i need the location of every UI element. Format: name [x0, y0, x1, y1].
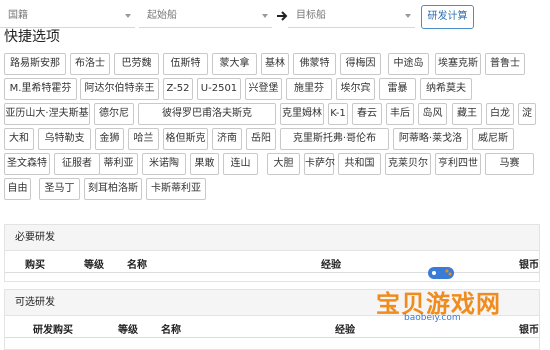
nation-select[interactable]: 国籍 — [0, 4, 135, 28]
quick-option-chip[interactable]: 连山 — [223, 153, 258, 175]
quick-options-title: 快捷选项 — [4, 29, 60, 45]
quick-option-chip[interactable]: 基林 — [261, 53, 289, 75]
arrow-right-icon — [277, 11, 288, 21]
quick-option-chip[interactable]: 果敢 — [190, 153, 219, 175]
selection-bar: 国籍 起始船 目标船 研发计算 — [0, 4, 550, 29]
panel-title: 必要研发 — [5, 225, 539, 251]
quick-option-chip[interactable]: 藏王 — [452, 103, 482, 125]
column-header-xp: 经验 — [321, 260, 341, 271]
quick-option-chip[interactable]: 岛风 — [418, 103, 447, 125]
quick-option-chip[interactable]: 自由 — [4, 178, 31, 200]
watermark-url: baobeiy.com — [404, 313, 461, 323]
quick-option-chip[interactable]: 济南 — [212, 128, 242, 150]
quick-option-chip[interactable]: 彼得罗巴甫洛夫斯克 — [138, 103, 276, 125]
quick-option-chip[interactable]: 威尼斯 — [472, 128, 514, 150]
quick-option-chip[interactable]: U-2501 — [197, 78, 241, 100]
quick-option-chip[interactable]: 征服者 — [54, 153, 100, 175]
quick-option-chip[interactable]: 金狮 — [95, 128, 124, 150]
column-header-tier: 等级 — [118, 325, 138, 336]
quick-option-chip[interactable]: 卡萨尔 — [304, 153, 335, 175]
quick-option-chip[interactable]: 雷暴 — [379, 78, 416, 100]
chevron-down-icon — [125, 14, 131, 18]
column-header-name: 名称 — [127, 260, 147, 271]
quick-option-chip[interactable]: K-1 — [328, 103, 348, 125]
quick-option-chip[interactable]: 埃塞克斯 — [435, 53, 481, 75]
quick-option-chip[interactable]: 大和 — [4, 128, 34, 150]
column-header-buy: 购买 — [25, 260, 45, 271]
quick-option-chip[interactable]: 得梅因 — [340, 53, 381, 75]
chevron-down-icon — [262, 14, 268, 18]
quick-option-chip[interactable]: 亚历山大·涅夫斯基 — [4, 103, 90, 125]
quick-option-chip[interactable]: 丰后 — [386, 103, 414, 125]
quick-option-chip[interactable]: 圣马丁 — [39, 178, 80, 200]
target-ship-select-value: 目标船 — [296, 10, 326, 21]
quick-option-chip[interactable]: 兴登堡 — [245, 78, 282, 100]
gamepad-icon — [428, 267, 454, 279]
quick-option-chip[interactable]: 米诺陶 — [142, 153, 186, 175]
quick-option-chip[interactable]: 圣文森特 — [4, 153, 50, 175]
chevron-down-icon — [405, 14, 411, 18]
column-header-tier: 等级 — [84, 260, 104, 271]
quick-option-chip[interactable]: 路易斯安那 — [4, 53, 66, 75]
quick-option-chip[interactable]: 哈兰 — [128, 128, 159, 150]
column-header-xp: 经验 — [335, 325, 355, 336]
quick-option-chip[interactable]: 乌特勒支 — [38, 128, 91, 150]
quick-option-chip[interactable]: 巴劳魏 — [114, 53, 159, 75]
quick-option-chip[interactable]: 春云 — [352, 103, 382, 125]
quick-option-chip[interactable]: 布洛士 — [70, 53, 110, 75]
quick-option-chip[interactable]: 阿蒂略·莱戈洛 — [393, 128, 468, 150]
quick-option-chip[interactable]: 埃尔宾 — [336, 78, 375, 100]
column-header-name: 名称 — [161, 325, 181, 336]
quick-option-chip[interactable]: 中途岛 — [388, 53, 429, 75]
quick-option-chip[interactable]: 普鲁士 — [485, 53, 525, 75]
quick-option-chip[interactable]: 施里芬 — [286, 78, 332, 100]
quick-option-chip[interactable]: 岳阳 — [246, 128, 276, 150]
quick-option-chip[interactable]: 佛蒙特 — [293, 53, 336, 75]
quick-option-chip[interactable]: 刻耳柏洛斯 — [84, 178, 142, 200]
quick-option-chip[interactable]: 克里姆林 — [280, 103, 324, 125]
quick-option-chip[interactable]: M.里希特霍芬 — [4, 78, 77, 100]
quick-option-chip[interactable]: 共和国 — [338, 153, 381, 175]
target-ship-select[interactable]: 目标船 — [288, 4, 415, 28]
calculate-button[interactable]: 研发计算 — [421, 5, 474, 29]
start-ship-select-value: 起始船 — [147, 10, 177, 21]
quick-option-chip[interactable]: Z-52 — [163, 78, 193, 100]
quick-option-chip[interactable]: 克里斯托弗·哥伦布 — [280, 128, 389, 150]
quick-option-chip[interactable]: 蒂利亚 — [99, 153, 138, 175]
quick-option-chip[interactable]: 大胆 — [267, 153, 300, 175]
quick-option-chip[interactable]: 淀 — [518, 103, 536, 125]
quick-option-chip[interactable]: 伍斯特 — [163, 53, 208, 75]
quick-option-chip[interactable]: 阿达尔伯特亲王 — [80, 78, 159, 100]
quick-option-chip[interactable]: 白龙 — [486, 103, 514, 125]
watermark: 宝贝游戏网 baobeiy.com — [366, 262, 526, 334]
quick-option-chip[interactable]: 克莱贝尔 — [385, 153, 431, 175]
quick-option-chip[interactable]: 格但斯克 — [163, 128, 208, 150]
quick-option-chip[interactable]: 纳希莫夫 — [420, 78, 472, 100]
nation-select-value: 国籍 — [8, 10, 28, 21]
column-header-research-buy: 研发购买 — [33, 325, 73, 336]
quick-option-chip[interactable]: 蒙大拿 — [212, 53, 257, 75]
start-ship-select[interactable]: 起始船 — [139, 4, 272, 28]
quick-option-chip[interactable]: 亨利四世 — [435, 153, 481, 175]
quick-option-chip[interactable]: 卡斯蒂利亚 — [146, 178, 206, 200]
quick-option-chip[interactable]: 德尔尼 — [94, 103, 134, 125]
quick-option-chip[interactable]: 马赛 — [485, 153, 534, 175]
